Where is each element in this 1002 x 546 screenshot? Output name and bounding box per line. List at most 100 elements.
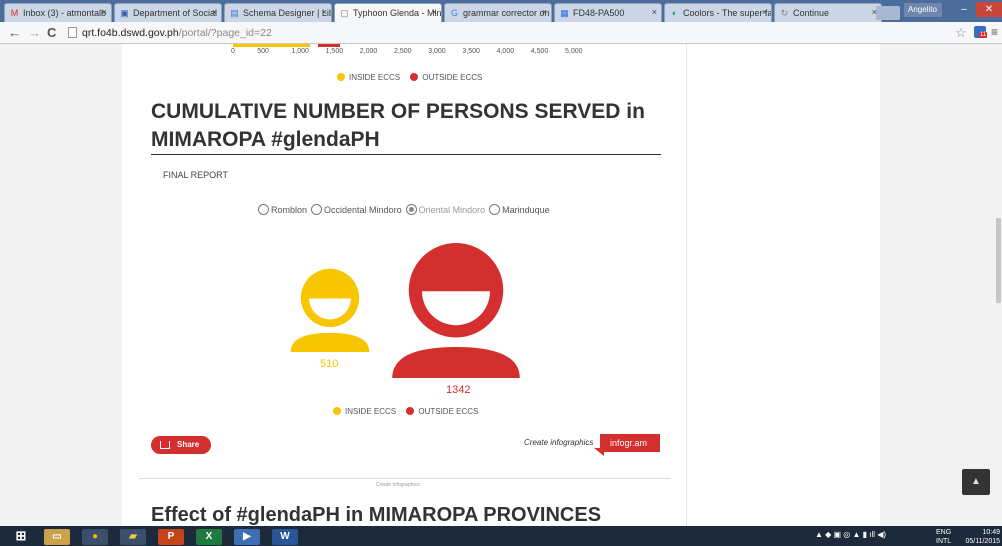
tab-label: Inbox (3) - atmontalb <box>23 8 107 18</box>
axis-tick-label: 2,000 <box>359 48 378 55</box>
axis-tick-label: 0 <box>231 48 235 55</box>
browser-tab[interactable]: M Inbox (3) - atmontalb × <box>4 3 112 22</box>
url-host: qrt.fo4b.dswd.gov.ph <box>82 27 179 39</box>
browser-tab[interactable]: Ggrammar corrector on × <box>444 3 552 22</box>
browser-tab[interactable]: ◐ Coolors - The super fa × <box>664 3 772 22</box>
pictograph-chart <box>290 243 520 378</box>
browser-tab[interactable]: ▣ Department of Social × <box>114 3 222 22</box>
share-label: Share <box>177 440 200 449</box>
profile-button[interactable]: Angelito <box>904 3 942 17</box>
page-title: CUMULATIVE NUMBER OF PERSONS SERVED in M… <box>151 100 645 151</box>
tab-close-icon[interactable]: × <box>212 7 217 17</box>
excel-icon[interactable]: X <box>196 529 222 545</box>
tab-favicon-icon: G <box>450 8 458 18</box>
province-radio[interactable]: Occidental Mindoro <box>311 204 402 215</box>
create-infographics-small-link[interactable]: Create Infographics <box>376 482 420 488</box>
radio-circle-icon <box>311 204 323 215</box>
tab-favicon-icon: ▣ <box>120 8 129 18</box>
axis-tick-label: 1,000 <box>291 48 309 55</box>
inside-legend-dot <box>333 407 341 415</box>
tab-close-icon[interactable]: × <box>322 7 327 17</box>
reload-button[interactable]: C <box>47 25 56 40</box>
tab-favicon-icon: ▤ <box>230 8 239 18</box>
explorer-icon[interactable]: ▭ <box>44 529 70 545</box>
outside-bar-top <box>318 44 340 47</box>
inside-value-label: 510 <box>320 358 339 370</box>
share-icon <box>160 441 170 449</box>
browser-tab[interactable]: ▤ Schema Designer | Lib × <box>224 3 332 22</box>
system-tray-icons[interactable]: ▲ ◆ ▣ ◎ ▲ ▮ ıll ◀) <box>815 530 886 539</box>
province-radio[interactable]: Marinduque <box>489 204 550 215</box>
back-button[interactable]: ← <box>8 25 21 40</box>
axis-tick-label: 3,000 <box>428 48 446 55</box>
chrome-icon[interactable]: ● <box>82 529 108 545</box>
create-infographics-link[interactable]: Create infographics <box>524 438 593 447</box>
axis-tick-label: 5,000 <box>565 48 583 55</box>
tab-label: grammar corrector on <box>463 8 550 18</box>
outside-value-label: 1342 <box>446 384 471 396</box>
extension-icon[interactable]: 11 <box>974 26 988 38</box>
inside-legend-label: INSIDE ECCS <box>349 73 401 82</box>
outside-legend-label: OUTSIDE ECCS <box>422 73 483 82</box>
province-radio[interactable]: Oriental Mindoro <box>405 204 486 215</box>
url-path: /portal/?page_id=22 <box>178 27 272 39</box>
tab-favicon-icon: ▢ <box>340 8 349 18</box>
inside-legend-label: INSIDE ECCS <box>345 407 397 416</box>
final-report-label: FINAL REPORT <box>163 170 229 180</box>
tab-label: Continue <box>793 8 830 18</box>
province-selector: Romblon Occidental Mindoro Oriental Mindor… <box>258 204 554 215</box>
title-divider <box>151 154 661 155</box>
new-tab-button[interactable] <box>876 6 900 20</box>
axis-tick-label: 3,500 <box>462 48 480 55</box>
tab-label: Schema Designer | Lib <box>243 8 332 18</box>
province-label: Oriental Mindoro <box>418 205 486 215</box>
outside-person-icon <box>392 243 520 378</box>
outside-legend-dot <box>410 73 419 81</box>
language-indicator[interactable]: ENG INTL <box>936 528 951 546</box>
forward-button[interactable]: → <box>28 25 41 40</box>
tab-label: Coolors - The super fa <box>683 8 772 18</box>
clock[interactable]: 10:49 05/11/2015 <box>962 528 1000 546</box>
browser-tab[interactable]: ▦ FD48-PA500 × <box>554 3 662 22</box>
axis-tick-label: 2,500 <box>394 48 412 55</box>
tab-close-icon[interactable]: × <box>652 7 657 17</box>
tab-favicon-icon: ↻ <box>780 8 789 18</box>
tab-favicon-icon: ▦ <box>560 8 569 18</box>
tab-favicon-icon: M <box>10 8 19 18</box>
radio-circle-icon <box>489 204 501 215</box>
radio-circle-icon <box>405 204 417 215</box>
word-icon[interactable]: W <box>272 529 298 545</box>
browser-tab[interactable]: ▢ Typhoon Glenda - Min × <box>334 3 442 22</box>
tab-close-icon[interactable]: × <box>542 7 547 17</box>
radio-circle-icon <box>258 204 269 215</box>
powerpoint-icon[interactable]: P <box>158 529 184 545</box>
outside-legend-dot <box>406 407 415 415</box>
close-window-button[interactable]: ✕ <box>976 2 1002 17</box>
outside-legend-label: OUTSIDE ECCS <box>418 407 479 416</box>
infogram-logo-link[interactable]: infogr.am <box>600 434 660 452</box>
scroll-to-top-button[interactable]: ▲ <box>962 469 990 495</box>
tab-close-icon[interactable]: × <box>432 7 437 17</box>
tab-label: Department of Social <box>133 8 218 18</box>
inside-bar-top <box>233 44 310 47</box>
axis-tick-label: 4,000 <box>496 48 515 55</box>
folder-icon[interactable]: ▰ <box>120 529 146 545</box>
media-icon[interactable]: ▶ <box>234 529 260 545</box>
axis-tick-label: 1,500 <box>325 48 344 55</box>
tab-close-icon[interactable]: × <box>762 7 767 17</box>
axis-tick-label: 500 <box>257 48 269 55</box>
start-icon[interactable]: ⊞ <box>8 528 34 544</box>
browser-tab[interactable]: ↻ Continue × <box>774 3 882 22</box>
tab-close-icon[interactable]: × <box>102 7 107 17</box>
province-radio[interactable]: Romblon <box>258 204 307 215</box>
address-bar[interactable]: qrt.fo4b.dswd.gov.ph/portal/?page_id=22 <box>66 25 946 41</box>
scrollbar-thumb[interactable] <box>996 218 1001 303</box>
province-label: Marinduque <box>502 205 550 215</box>
top-legend: INSIDE ECCS OUTSIDE ECCS <box>337 73 482 82</box>
province-label: Occidental Mindoro <box>324 205 402 215</box>
bookmark-star-icon[interactable]: ☆ <box>955 25 967 41</box>
share-button[interactable]: Share <box>151 436 211 454</box>
inside-person-icon <box>290 268 370 352</box>
menu-icon[interactable]: ≡ <box>991 25 998 39</box>
sidebar-divider <box>686 44 687 526</box>
